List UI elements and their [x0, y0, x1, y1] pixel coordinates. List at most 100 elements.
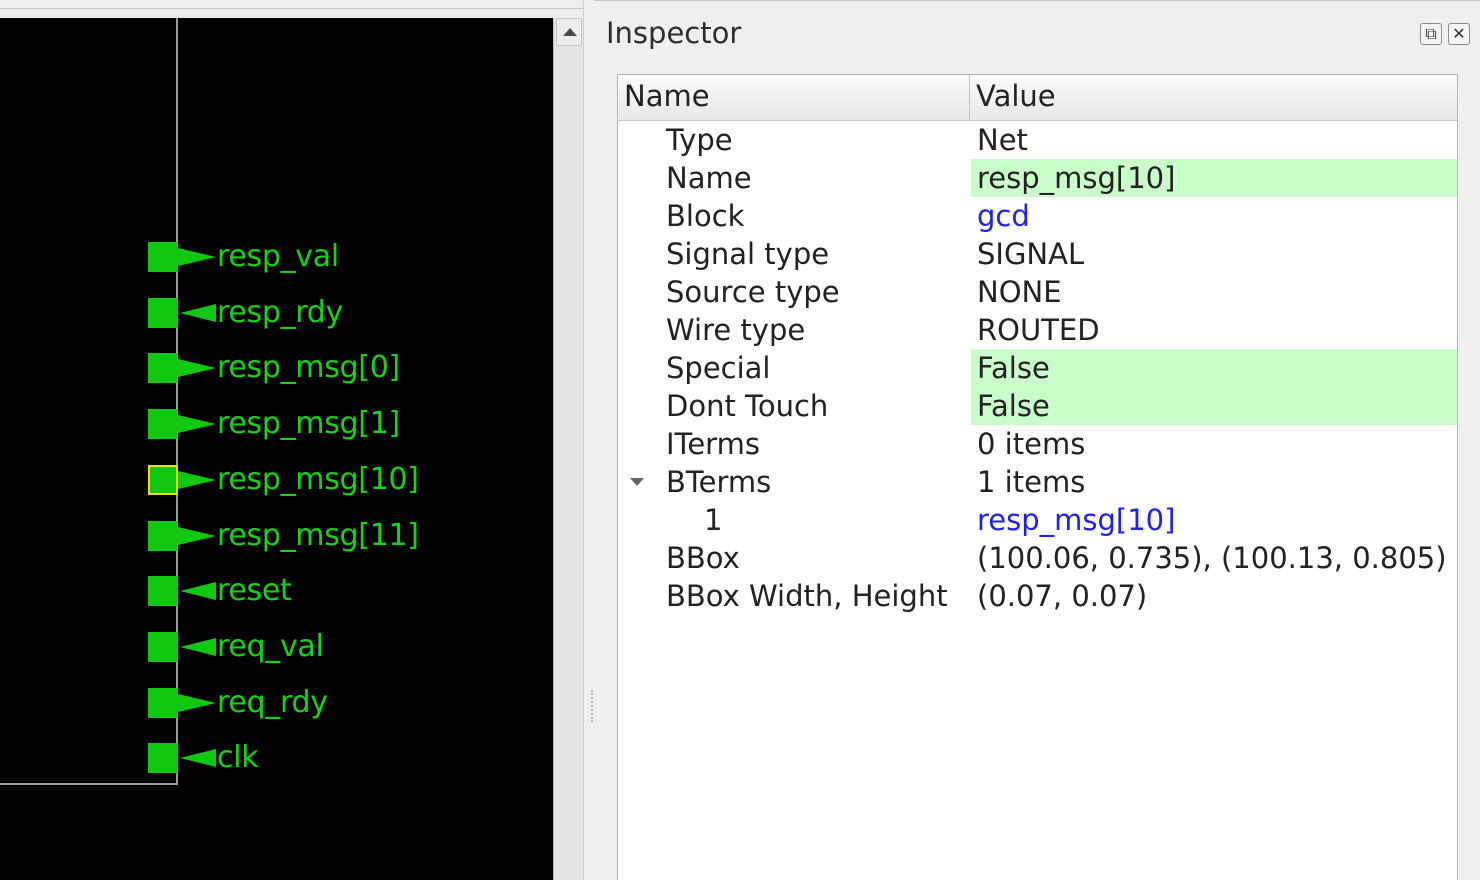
- pin-label: req_rdy: [217, 685, 328, 720]
- tree-row[interactable]: BBox Width, Height (0.07, 0.07): [618, 577, 1457, 615]
- pin-label: reset: [217, 573, 292, 608]
- tree-row[interactable]: Type Net: [618, 121, 1457, 159]
- scroll-up-button[interactable]: [556, 18, 582, 46]
- pin-label: resp_msg[1]: [217, 406, 400, 441]
- pin[interactable]: resp_msg[10]: [148, 462, 548, 497]
- property-name: Source type: [666, 275, 840, 309]
- layout-canvas[interactable]: resp_val resp_rdy resp_msg[0] resp_msg[1]re…: [0, 18, 553, 880]
- pin-shape[interactable]: [148, 576, 178, 606]
- property-name: 1: [704, 503, 723, 537]
- pin[interactable]: resp_rdy: [148, 295, 548, 330]
- pin-label: resp_msg[0]: [217, 350, 400, 385]
- tree-row[interactable]: Special False: [618, 349, 1457, 387]
- property-value: (100.06, 0.735), (100.13, 0.805): [977, 541, 1447, 575]
- property-name: Wire type: [666, 313, 806, 347]
- property-value-editable[interactable]: resp_msg[10]: [971, 159, 1457, 197]
- output-arrow-icon: [178, 359, 216, 377]
- tree-row[interactable]: Source type NONE: [618, 273, 1457, 311]
- output-arrow-icon: [178, 415, 216, 433]
- pin[interactable]: resp_val: [148, 239, 548, 274]
- pin[interactable]: resp_msg[11]: [148, 518, 548, 553]
- property-name: BBox Width, Height: [666, 579, 948, 613]
- tree-row[interactable]: Name resp_msg[10]: [618, 159, 1457, 197]
- pin-shape[interactable]: [148, 632, 178, 662]
- pin-shape[interactable]: [148, 688, 178, 718]
- property-tree[interactable]: Name Value Type Net Name resp_msg[10] Block g…: [617, 74, 1458, 880]
- pin-label: resp_val: [217, 239, 339, 274]
- inspector-title: Inspector: [606, 16, 742, 50]
- pin-shape[interactable]: [148, 409, 178, 439]
- pin-shape[interactable]: [148, 298, 178, 328]
- tree-row[interactable]: Wire type ROUTED: [618, 311, 1457, 349]
- property-name: BTerms: [666, 465, 772, 499]
- pin-shape[interactable]: [148, 242, 178, 272]
- die-boundary-vertical: [176, 18, 178, 785]
- tree-row[interactable]: ITerms 0 items: [618, 425, 1457, 463]
- property-value: Net: [977, 123, 1028, 157]
- property-value-editable[interactable]: False: [971, 387, 1457, 425]
- property-name: Signal type: [666, 237, 830, 271]
- pin-label: clk: [217, 740, 259, 775]
- pin[interactable]: req_val: [148, 629, 548, 664]
- pin-label: req_val: [217, 629, 324, 664]
- property-name: Special: [666, 351, 771, 385]
- pin-shape[interactable]: [148, 521, 178, 551]
- property-name: BBox: [666, 541, 740, 575]
- column-header-name[interactable]: Name: [624, 79, 710, 113]
- input-arrow-icon: [180, 749, 216, 767]
- tree-row[interactable]: 1 resp_msg[10]: [618, 501, 1457, 539]
- property-value: ROUTED: [977, 313, 1100, 347]
- float-icon: ⧉: [1425, 24, 1437, 43]
- property-value-link[interactable]: resp_msg[10]: [971, 501, 1457, 539]
- tree-row[interactable]: Dont Touch False: [618, 387, 1457, 425]
- output-arrow-icon: [178, 471, 216, 489]
- output-arrow-icon: [178, 694, 216, 712]
- pin[interactable]: resp_msg[1]: [148, 406, 548, 441]
- property-value: NONE: [977, 275, 1062, 309]
- property-value-link[interactable]: gcd: [971, 197, 1457, 235]
- output-arrow-icon: [178, 527, 216, 545]
- app-window: resp_val resp_rdy resp_msg[0] resp_msg[1] re…: [0, 0, 1480, 880]
- property-name: Dont Touch: [666, 389, 829, 423]
- tree-row[interactable]: BTerms 1 items: [618, 463, 1457, 501]
- pin-label: resp_rdy: [217, 295, 344, 330]
- property-value: 0 items: [977, 427, 1086, 461]
- pin-label: resp_msg[10]: [217, 462, 419, 497]
- property-name: Name: [666, 161, 752, 195]
- inspector-dock: Inspector ⧉ ✕ Name Value Type Net Name resp…: [594, 0, 1480, 880]
- arrow-up-icon: [563, 28, 577, 36]
- pin[interactable]: clk: [148, 740, 548, 775]
- pin-shape[interactable]: [148, 353, 178, 383]
- property-value: 1 items: [977, 465, 1086, 499]
- pin[interactable]: req_rdy: [148, 685, 548, 720]
- input-arrow-icon: [180, 304, 216, 322]
- expand-arrow-icon[interactable]: [630, 478, 644, 486]
- close-icon: ✕: [1452, 24, 1466, 43]
- dock-splitter[interactable]: [583, 0, 593, 880]
- pin[interactable]: resp_msg[0]: [148, 350, 548, 385]
- input-arrow-icon: [180, 582, 216, 600]
- property-name: Block: [666, 199, 745, 233]
- close-dock-button[interactable]: ✕: [1448, 23, 1470, 45]
- property-value-editable[interactable]: False: [971, 349, 1457, 387]
- pin-shape[interactable]: [148, 465, 178, 495]
- pin-shape[interactable]: [148, 743, 178, 773]
- tree-row[interactable]: Signal type SIGNAL: [618, 235, 1457, 273]
- divider: [0, 8, 583, 9]
- die-boundary-horizontal: [0, 783, 178, 785]
- property-value: (0.07, 0.07): [977, 579, 1148, 613]
- pin[interactable]: reset: [148, 573, 548, 608]
- pin-label: resp_msg[11]: [217, 518, 419, 553]
- tree-header: Name Value: [618, 75, 1457, 121]
- column-header-value[interactable]: Value: [976, 79, 1056, 113]
- property-value: SIGNAL: [977, 237, 1085, 271]
- property-name: ITerms: [666, 427, 760, 461]
- float-dock-button[interactable]: ⧉: [1420, 23, 1442, 45]
- vertical-scrollbar[interactable]: [553, 18, 583, 880]
- input-arrow-icon: [180, 638, 216, 656]
- property-name: Type: [666, 123, 733, 157]
- column-separator[interactable]: [969, 75, 970, 121]
- tree-row[interactable]: BBox (100.06, 0.735), (100.13, 0.805): [618, 539, 1457, 577]
- output-arrow-icon: [178, 248, 216, 266]
- tree-row[interactable]: Block gcd: [618, 197, 1457, 235]
